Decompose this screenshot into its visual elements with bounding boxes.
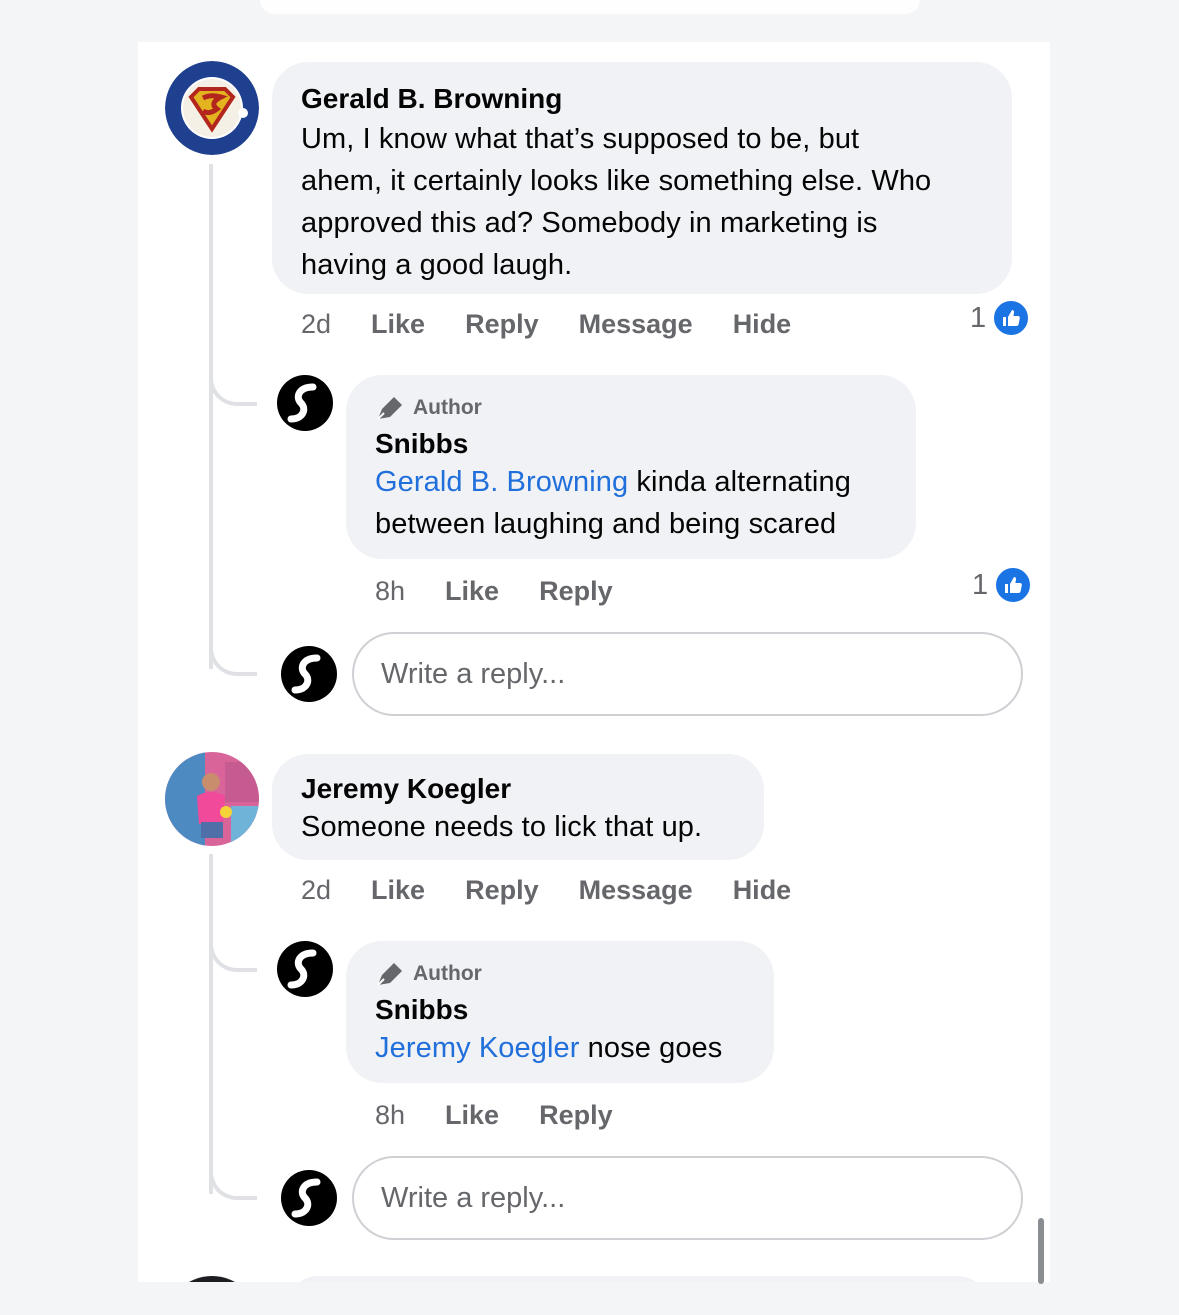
thread-line	[209, 164, 213, 669]
author-badge-label: Author	[413, 396, 482, 419]
reply-actions: 8h Like Reply	[375, 571, 653, 611]
comment-timestamp[interactable]: 2d	[301, 875, 331, 906]
snibbs-logo-icon	[291, 654, 321, 694]
reply-timestamp[interactable]: 8h	[375, 576, 405, 607]
like-thumb-icon	[994, 566, 1033, 604]
write-reply-placeholder: Write a reply...	[381, 657, 566, 690]
comment-author-name[interactable]: Jeremy Koegler	[301, 772, 764, 806]
mention-link[interactable]: Jeremy Koegler	[375, 1032, 580, 1064]
next-commenter-avatar[interactable]	[165, 1276, 259, 1282]
comments-panel: Gerald B. Browning Um, I know what that’…	[138, 42, 1050, 1282]
reply-timestamp[interactable]: 8h	[375, 1100, 405, 1131]
message-button[interactable]: Message	[579, 309, 693, 340]
current-user-avatar	[281, 646, 337, 702]
reaction-summary[interactable]: 1	[972, 566, 1033, 604]
write-reply-input[interactable]: Write a reply...	[352, 1156, 1023, 1240]
comment-timestamp[interactable]: 2d	[301, 309, 331, 340]
top-fade	[260, 0, 920, 14]
commenter-avatar[interactable]	[165, 752, 259, 846]
snibbs-avatar[interactable]	[277, 375, 333, 431]
reply-button[interactable]: Reply	[539, 1100, 613, 1131]
reply-actions: 8h Like Reply	[375, 1095, 653, 1135]
author-badge: Author	[375, 393, 916, 423]
thread-connector	[209, 1146, 257, 1200]
reply-bubble: Author Snibbs Jeremy Koegler nose goes	[346, 941, 774, 1083]
superman-vaccine-badge-avatar	[165, 61, 259, 155]
commenter-avatar[interactable]	[165, 61, 259, 155]
snibbs-logo-icon	[287, 383, 317, 423]
thread-line	[209, 854, 213, 1194]
write-reply-placeholder: Write a reply...	[381, 1181, 566, 1214]
snibbs-avatar[interactable]	[277, 941, 333, 997]
comment-text-line: approved this ad? Somebody in marketing …	[301, 207, 878, 239]
comment-text: Someone needs to lick that up.	[301, 811, 703, 843]
reply-text-line: Gerald B. Browning kinda alternating	[375, 461, 916, 503]
jeremy-koegler-photo-avatar	[165, 752, 259, 846]
current-user-avatar	[281, 1170, 337, 1226]
thread-connector	[209, 342, 257, 406]
snibbs-logo-icon	[291, 1178, 321, 1218]
comment-text-line: having a good laugh.	[301, 249, 573, 281]
reply-bubble: Author Snibbs Gerald B. Browning kinda a…	[346, 375, 916, 559]
comment-actions: 2d Like Reply Message Hide	[301, 304, 831, 344]
comment-actions: 2d Like Reply Message Hide	[301, 870, 831, 910]
comment-text-line: Um, I know what that’s supposed to be, b…	[301, 123, 860, 155]
comment-text: Um, I know what that’s supposed to be, b…	[301, 118, 1012, 286]
reply-text: Gerald B. Browning kinda alternating bet…	[375, 461, 916, 545]
reply-text-line: between laughing and being scared	[375, 508, 837, 540]
reply-author-name[interactable]: Snibbs	[375, 427, 916, 461]
comment-author-name[interactable]: Gerald B. Browning	[301, 82, 1012, 116]
author-pencil-icon	[377, 397, 402, 420]
like-thumb-icon	[992, 299, 1031, 337]
reply-button[interactable]: Reply	[465, 309, 539, 340]
scrollbar-thumb[interactable]	[1038, 1218, 1044, 1284]
author-badge: Author	[375, 959, 774, 989]
message-button[interactable]: Message	[579, 875, 693, 906]
like-button[interactable]: Like	[371, 309, 425, 340]
reaction-count: 1	[972, 568, 989, 601]
author-pencil-icon	[377, 963, 402, 986]
comment-bubble: Jeremy Koegler Someone needs to lick tha…	[272, 754, 764, 860]
like-button[interactable]: Like	[445, 1100, 499, 1131]
reply-text-fragment: nose goes	[579, 1032, 723, 1064]
reaction-count: 1	[970, 301, 987, 334]
like-button[interactable]: Like	[371, 875, 425, 906]
reaction-summary[interactable]: 1	[970, 299, 1031, 337]
like-button[interactable]: Like	[445, 576, 499, 607]
reply-author-name[interactable]: Snibbs	[375, 993, 774, 1027]
hide-button[interactable]: Hide	[733, 875, 792, 906]
reply-text-fragment: kinda alternating	[628, 466, 851, 498]
reply-button[interactable]: Reply	[539, 576, 613, 607]
write-reply-input[interactable]: Write a reply...	[352, 632, 1023, 716]
thread-connector	[209, 908, 257, 972]
thread-connector	[209, 622, 257, 676]
hide-button[interactable]: Hide	[733, 309, 792, 340]
comment-text-line: ahem, it certainly looks like something …	[301, 165, 932, 197]
author-badge-label: Author	[413, 962, 482, 985]
reply-button[interactable]: Reply	[465, 875, 539, 906]
snibbs-logo-icon	[287, 949, 317, 989]
comment-bubble: Gerald B. Browning Um, I know what that’…	[272, 62, 1012, 294]
mention-link[interactable]: Gerald B. Browning	[375, 466, 628, 498]
next-comment-bubble	[288, 1276, 988, 1282]
reply-text: Jeremy Koegler nose goes	[375, 1027, 774, 1069]
